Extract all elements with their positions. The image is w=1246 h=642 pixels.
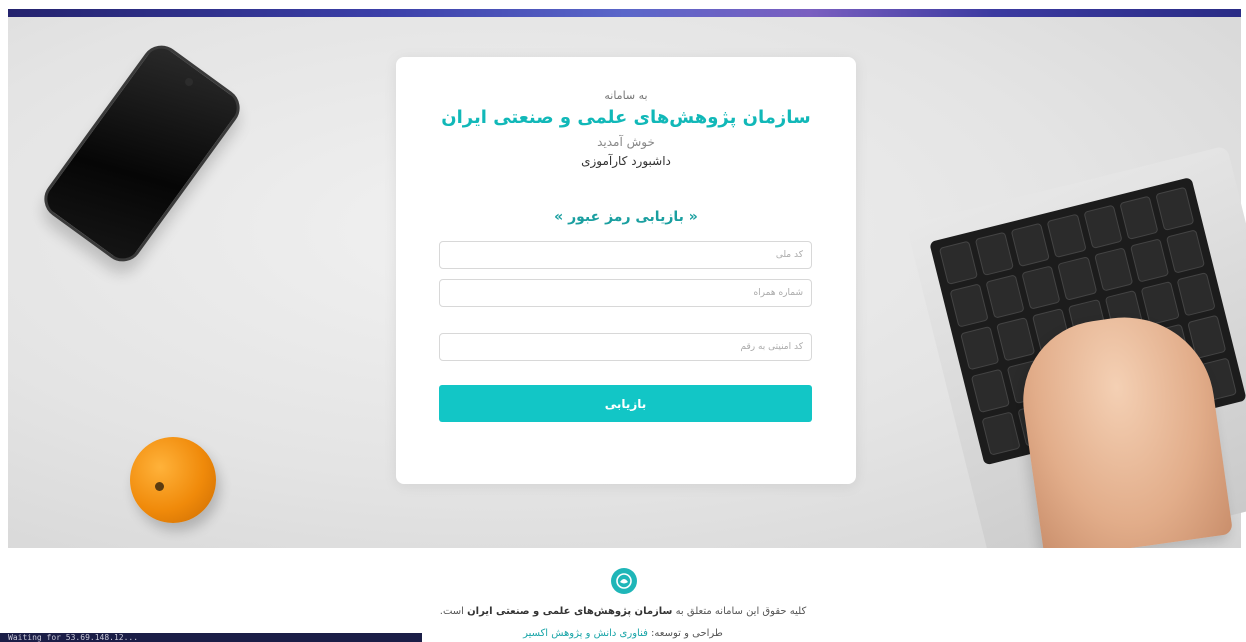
browser-status-bar: Waiting for 53.69.148.12... <box>0 633 422 642</box>
org-logo-icon <box>611 568 637 594</box>
national-code-input[interactable] <box>439 241 812 269</box>
copyright-org: سازمان پژوهش‌های علمی و صنعتی ایران <box>467 606 673 617</box>
phone-image <box>36 37 248 270</box>
dashboard-title: داشبورد کارآموزی <box>581 154 671 168</box>
form-title: « بازیابی رمز عبور » <box>554 209 698 225</box>
developer-link[interactable]: فناوری دانش و پژوهش اکسیر <box>523 628 648 639</box>
recovery-card: به سامانه سازمان پژوهش‌های علمی و صنعتی … <box>396 57 856 484</box>
top-gradient-bar <box>8 9 1241 17</box>
orange-image <box>130 437 216 523</box>
recover-button[interactable]: بازیابی <box>439 385 812 422</box>
footer: کلیه حقوق این سامانه متعلق به سازمان پژو… <box>0 548 1246 642</box>
credits-prefix: طراحی و توسعه: <box>647 628 723 639</box>
captcha-input[interactable] <box>439 333 812 361</box>
welcome-text: خوش آمدید <box>597 135 655 149</box>
copyright-prefix: کلیه حقوق این سامانه متعلق به <box>672 606 807 617</box>
org-name-heading: سازمان پژوهش‌های علمی و صنعتی ایران <box>441 107 811 128</box>
copyright-suffix: است. <box>439 606 468 617</box>
mobile-input[interactable] <box>439 279 812 307</box>
intro-text: به سامانه <box>604 89 648 102</box>
copyright-text: کلیه حقوق این سامانه متعلق به سازمان پژو… <box>0 606 1246 617</box>
